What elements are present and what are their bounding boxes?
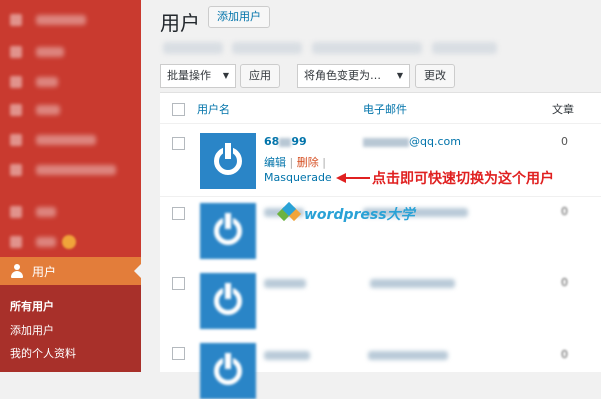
avatar <box>200 273 256 329</box>
blurred-icon <box>10 46 22 58</box>
role-filter-links[interactable] <box>312 42 422 54</box>
submenu-profile[interactable]: 我的个人资料 <box>10 345 76 361</box>
masquerade-link[interactable]: Masquerade <box>264 171 332 184</box>
post-count[interactable]: 0 <box>561 135 568 148</box>
avatar <box>200 203 256 259</box>
email-link[interactable] <box>370 279 455 288</box>
sidebar-item-blurred[interactable] <box>0 156 141 184</box>
username-link[interactable] <box>264 279 306 288</box>
blurred-icon <box>10 104 22 116</box>
blurred-icon <box>10 164 22 176</box>
update-badge <box>62 235 76 249</box>
blurred-icon <box>10 206 22 218</box>
submenu-add-user[interactable]: 添加用户 <box>10 322 54 338</box>
sidebar-item-blurred[interactable] <box>0 38 141 66</box>
post-count[interactable]: 0 <box>561 276 568 289</box>
column-header-username[interactable]: 用户名 <box>197 101 230 117</box>
column-header-posts: 文章 <box>552 103 574 116</box>
watermark-text: wordpress大学 <box>304 207 415 223</box>
row-checkbox[interactable] <box>172 137 185 150</box>
row-actions: 编辑 | 删除 | <box>264 156 326 169</box>
sidebar-item-blurred[interactable] <box>0 198 141 226</box>
annotation-arrow-icon <box>336 173 370 183</box>
avatar <box>200 133 256 189</box>
username-link[interactable]: 68 99 <box>264 135 307 148</box>
change-button[interactable]: 更改 <box>415 64 455 88</box>
apply-button[interactable]: 应用 <box>240 64 280 88</box>
page-title: 用户 <box>160 11 200 35</box>
admin-sidebar: 用户 所有用户 添加用户 我的个人资料 <box>0 0 141 372</box>
add-user-button[interactable]: 添加用户 <box>208 6 270 28</box>
annotation-text: 点击即可快速切换为这个用户 <box>372 171 554 187</box>
wordpress-daxue-logo-icon <box>276 201 302 225</box>
role-filter-links[interactable] <box>232 42 302 54</box>
change-role-select[interactable]: 将角色变更为… ▼ <box>297 64 410 88</box>
dropdown-caret-icon: ▼ <box>222 71 229 80</box>
bulk-actions-select[interactable]: 批量操作 ▼ <box>160 64 236 88</box>
row-checkbox[interactable] <box>172 277 185 290</box>
sidebar-item-users[interactable]: 用户 <box>0 257 141 285</box>
submenu-all-users[interactable]: 所有用户 <box>10 298 54 314</box>
row-checkbox[interactable] <box>172 347 185 360</box>
users-submenu: 所有用户 添加用户 我的个人资料 <box>0 285 141 372</box>
role-filter-links[interactable] <box>163 42 223 54</box>
sidebar-item-blurred[interactable] <box>0 126 141 154</box>
sidebar-item-blurred[interactable] <box>0 68 141 96</box>
sidebar-item-blurred[interactable] <box>0 228 141 256</box>
watermark: wordpress大学 <box>276 201 415 225</box>
delete-link[interactable]: 删除 <box>297 156 319 169</box>
column-header-email[interactable]: 电子邮件 <box>363 101 407 117</box>
row-checkbox[interactable] <box>172 207 185 220</box>
sidebar-item-blurred[interactable] <box>0 6 141 34</box>
post-count[interactable]: 0 <box>561 205 568 218</box>
blurred-icon <box>10 134 22 146</box>
post-count[interactable]: 0 <box>561 348 568 361</box>
sidebar-item-label: 用户 <box>32 264 57 279</box>
blurred-icon <box>10 14 22 26</box>
user-icon <box>10 264 24 278</box>
blurred-icon <box>10 236 22 248</box>
email-link[interactable]: @qq.com <box>363 135 461 148</box>
sidebar-item-blurred[interactable] <box>0 96 141 124</box>
email-link[interactable] <box>368 351 448 360</box>
blurred-icon <box>10 76 22 88</box>
edit-link[interactable]: 编辑 <box>264 156 286 169</box>
dropdown-caret-icon: ▼ <box>396 71 403 80</box>
username-link[interactable] <box>264 351 310 360</box>
select-all-checkbox[interactable] <box>172 103 185 116</box>
avatar <box>200 343 256 399</box>
role-filter-links[interactable] <box>432 42 497 54</box>
users-table: 用户名 电子邮件 文章 68 99 编辑 | 删除 | Masquerade @q… <box>160 92 601 399</box>
